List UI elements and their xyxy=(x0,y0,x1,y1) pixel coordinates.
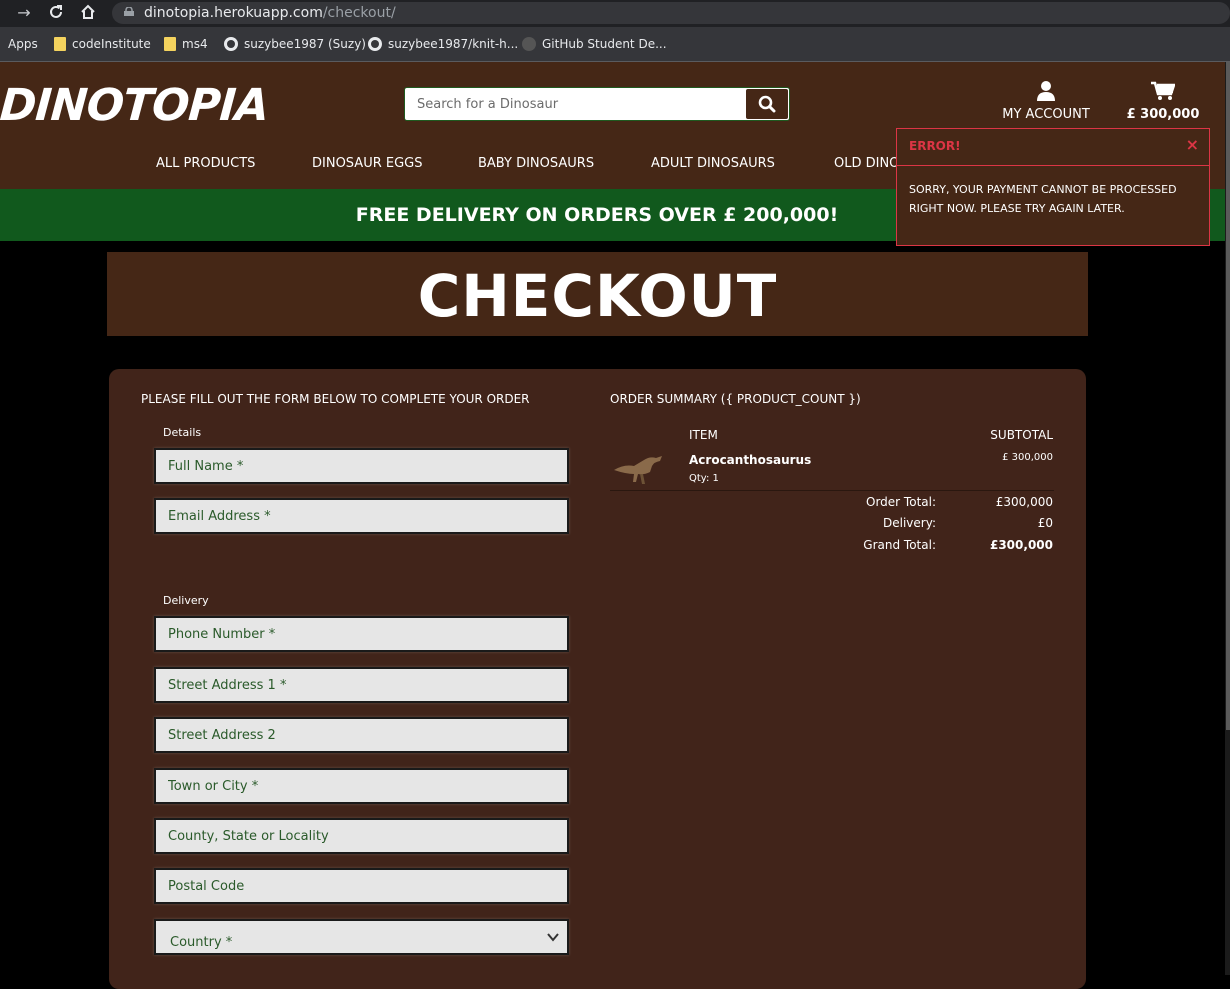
street1-field xyxy=(154,667,569,703)
url-path: /checkout/ xyxy=(322,5,396,21)
product-name: Acrocanthosaurus xyxy=(689,453,812,467)
account-label: MY ACCOUNT xyxy=(1002,107,1090,122)
site-logo[interactable]: DINOTOPIA xyxy=(0,80,270,131)
nav-all-products[interactable]: ALL PRODUCTS xyxy=(156,156,255,171)
reload-icon[interactable] xyxy=(46,4,66,22)
bookmark-label: suzybee1987 (Suzy) xyxy=(244,37,366,51)
grand-total-value: £300,000 xyxy=(989,538,1053,552)
bookmark-github-student[interactable]: GitHub Student De... xyxy=(522,36,667,52)
phone-field xyxy=(154,616,569,652)
county-input[interactable] xyxy=(156,820,567,852)
error-toast: ERROR! × SORRY, YOUR PAYMENT CANNOT BE P… xyxy=(896,128,1210,246)
url-text: dinotopia.herokuapp.com/checkout/ xyxy=(144,5,396,21)
github-icon xyxy=(522,37,536,51)
forward-arrow-icon[interactable]: → xyxy=(14,4,34,22)
bookmark-label: ms4 xyxy=(182,37,208,51)
github-icon xyxy=(224,37,238,51)
search-icon xyxy=(758,95,776,113)
phone-input[interactable] xyxy=(156,618,567,650)
product-qty: Qty: 1 xyxy=(689,473,719,484)
bookmark-suzybee[interactable]: suzybee1987 (Suzy) xyxy=(224,36,366,52)
bookmark-knit[interactable]: suzybee1987/knit-h... xyxy=(368,36,518,52)
delivery-value: £0 xyxy=(1037,516,1053,530)
form-heading: PLEASE FILL OUT THE FORM BELOW TO COMPLE… xyxy=(141,392,530,406)
home-icon[interactable] xyxy=(78,4,98,22)
browser-toolbar: → dinotopia.herokuapp.com/checkout/ xyxy=(0,0,1230,27)
chevron-down-icon xyxy=(547,933,559,942)
grand-total-label: Grand Total: xyxy=(863,538,936,552)
bookmark-apps[interactable]: Apps xyxy=(8,36,38,52)
bookmark-codeinstitute[interactable]: codeInstitute xyxy=(54,36,151,52)
summary-heading: ORDER SUMMARY ({ PRODUCT_COUNT }) xyxy=(610,392,861,406)
cart-total: £ 300,000 xyxy=(1126,107,1200,122)
url-host: dinotopia.herokuapp.com xyxy=(144,5,323,21)
nav-baby-dinosaurs[interactable]: BABY DINOSAURS xyxy=(478,156,594,171)
nav-dinosaur-eggs[interactable]: DINOSAUR EGGS xyxy=(312,156,422,171)
full-name-field xyxy=(154,448,569,484)
product-subtotal: £ 300,000 xyxy=(1002,452,1053,463)
cart-icon xyxy=(1151,81,1176,100)
nav-old-dinosaurs[interactable]: OLD DINO xyxy=(834,156,899,171)
street2-field xyxy=(154,717,569,753)
address-bar[interactable]: dinotopia.herokuapp.com/checkout/ xyxy=(112,2,1230,24)
user-icon xyxy=(1037,81,1055,101)
my-account-link[interactable]: MY ACCOUNT xyxy=(994,81,1098,122)
divider xyxy=(610,490,1054,491)
subtotal-column-header: SUBTOTAL xyxy=(990,428,1053,442)
nav-adult-dinosaurs[interactable]: ADULT DINOSAURS xyxy=(651,156,775,171)
lock-icon xyxy=(124,7,134,16)
folder-icon xyxy=(164,37,176,51)
search-button[interactable] xyxy=(746,89,788,119)
delivery-banner-text: FREE DELIVERY ON ORDERS OVER £ 200,000! xyxy=(355,204,839,226)
postcode-input[interactable] xyxy=(156,870,567,902)
details-legend: Details xyxy=(163,426,202,439)
toast-title: ERROR! xyxy=(909,139,961,153)
toast-header: ERROR! × xyxy=(897,129,1209,166)
delivery-legend: Delivery xyxy=(163,594,209,607)
full-name-input[interactable] xyxy=(156,450,567,482)
town-input[interactable] xyxy=(156,770,567,802)
item-column-header: ITEM xyxy=(689,428,718,442)
scrollbar-thumb[interactable] xyxy=(1226,62,1230,730)
email-field xyxy=(154,498,569,534)
country-select[interactable]: Country * xyxy=(154,919,569,955)
bookmark-ms4[interactable]: ms4 xyxy=(164,36,208,52)
bookmark-label: suzybee1987/knit-h... xyxy=(388,37,519,51)
bookmarks-bar: Apps codeInstitute ms4 suzybee1987 (Suzy… xyxy=(0,27,1230,62)
github-icon xyxy=(368,37,382,51)
delivery-label: Delivery: xyxy=(883,516,936,530)
email-input[interactable] xyxy=(156,500,567,532)
product-image xyxy=(614,456,662,484)
order-total-value: £300,000 xyxy=(995,495,1053,509)
folder-icon xyxy=(54,37,66,51)
town-field xyxy=(154,768,569,804)
country-select-value: Country * xyxy=(170,935,233,950)
bookmark-label: codeInstitute xyxy=(72,37,151,51)
street1-input[interactable] xyxy=(156,669,567,701)
search-input[interactable] xyxy=(405,88,745,120)
cart-link[interactable]: £ 300,000 xyxy=(1120,81,1206,122)
county-field xyxy=(154,818,569,854)
postcode-field xyxy=(154,868,569,904)
page-title: CHECKOUT xyxy=(107,252,1088,336)
bookmark-label: GitHub Student De... xyxy=(542,37,667,51)
order-total-label: Order Total: xyxy=(866,495,936,509)
bookmark-label: Apps xyxy=(8,37,38,51)
toast-message: SORRY, YOUR PAYMENT CANNOT BE PROCESSED … xyxy=(909,183,1177,215)
street2-input[interactable] xyxy=(156,719,567,751)
close-icon[interactable]: × xyxy=(1186,137,1199,153)
search-form xyxy=(404,87,790,121)
